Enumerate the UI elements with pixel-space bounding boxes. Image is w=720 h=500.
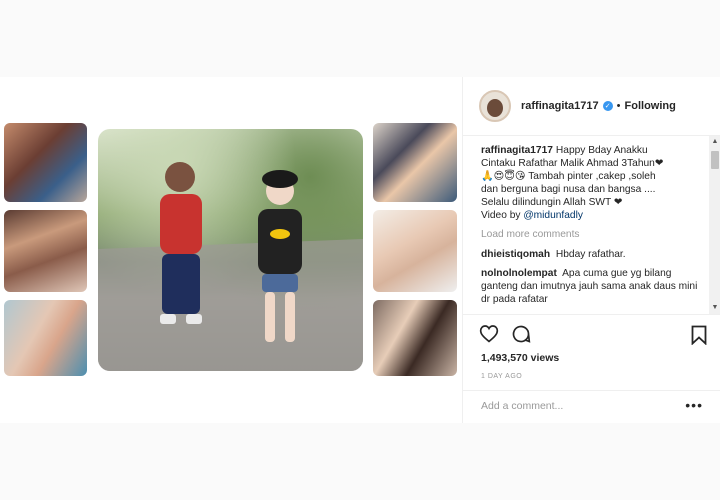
add-comment-bar: ••• [463, 390, 720, 424]
comments-scrollbar[interactable]: ▲ ▼ [709, 136, 720, 314]
caption-line-3: 🙏😍😇😘 Tambah pinter ,cakep ,soleh [481, 171, 656, 182]
collage-photo-family-1 [4, 123, 87, 202]
scroll-up-arrow-icon[interactable]: ▲ [709, 136, 720, 148]
post-date: 1 DAY AGO [481, 373, 523, 380]
view-count[interactable]: 1,493,570 views [481, 352, 559, 364]
scrollbar-thumb[interactable] [711, 151, 719, 169]
video-by-mention-link[interactable]: @midunfadly [523, 210, 583, 221]
comment-item: nolnolnolempat Apa cuma gue yg bilang ga… [481, 267, 705, 306]
main-video-frame[interactable] [98, 129, 363, 371]
post-actions: 1,493,570 views 1 DAY AGO ••• [463, 314, 720, 425]
collage-photo-family-2 [4, 210, 87, 292]
comment-text: Hbday rafathar. [555, 249, 626, 260]
comments-section[interactable]: raffinagita1717 Happy Bday Anakku Cintaku… [463, 136, 720, 314]
post-author-username[interactable]: raffinagita1717 [521, 100, 599, 112]
caption-line-5: Selalu dilindungin Allah SWT ❤ [481, 197, 623, 208]
comment-bubble-icon[interactable] [511, 324, 531, 349]
avatar[interactable] [479, 90, 511, 122]
post-header: raffinagita1717 ✓ • Following [463, 77, 720, 136]
heart-icon[interactable] [479, 324, 499, 348]
comment-username[interactable]: nolnolnolempat [481, 268, 557, 279]
caption-username[interactable]: raffinagita1717 [481, 145, 553, 156]
walking-kids-illustration [98, 162, 363, 371]
load-more-comments-link[interactable]: Load more comments [481, 228, 705, 241]
caption-line-4: dan berguna bagi nusa dan bangsa .... [481, 184, 656, 195]
action-buttons-row [479, 323, 531, 349]
comment-username[interactable]: dhieistiqomah [481, 249, 550, 260]
comment-item: dhieistiqomah Hbday rafathar. [481, 248, 705, 261]
collage-photo-baby-3 [373, 210, 457, 292]
following-button[interactable]: Following [625, 100, 676, 112]
collage-photo-baby-1 [4, 300, 87, 376]
bookmark-icon[interactable] [691, 325, 707, 350]
scroll-down-arrow-icon[interactable]: ▼ [709, 302, 720, 314]
post-caption: raffinagita1717 Happy Bday Anakku Cintaku… [481, 144, 705, 222]
add-comment-input[interactable] [481, 400, 671, 412]
collage-photo-mother-baby [373, 300, 457, 376]
more-options-icon[interactable]: ••• [685, 397, 703, 413]
verified-badge-icon: ✓ [602, 101, 613, 111]
video-by-label: Video by [481, 210, 521, 221]
caption-line-1: Happy Bday Anakku [555, 145, 648, 156]
post-side-panel: raffinagita1717 ✓ • Following raffinagit… [462, 77, 720, 423]
caption-line-2: Cintaku Rafathar Malik Ahmad 3Tahun❤ [481, 158, 664, 169]
comment-list: raffinagita1717 Happy Bday Anakku Cintaku… [481, 144, 705, 312]
post-media-collage[interactable] [0, 77, 462, 423]
separator-dot: • [616, 100, 621, 112]
collage-photo-baby-2 [373, 123, 457, 202]
